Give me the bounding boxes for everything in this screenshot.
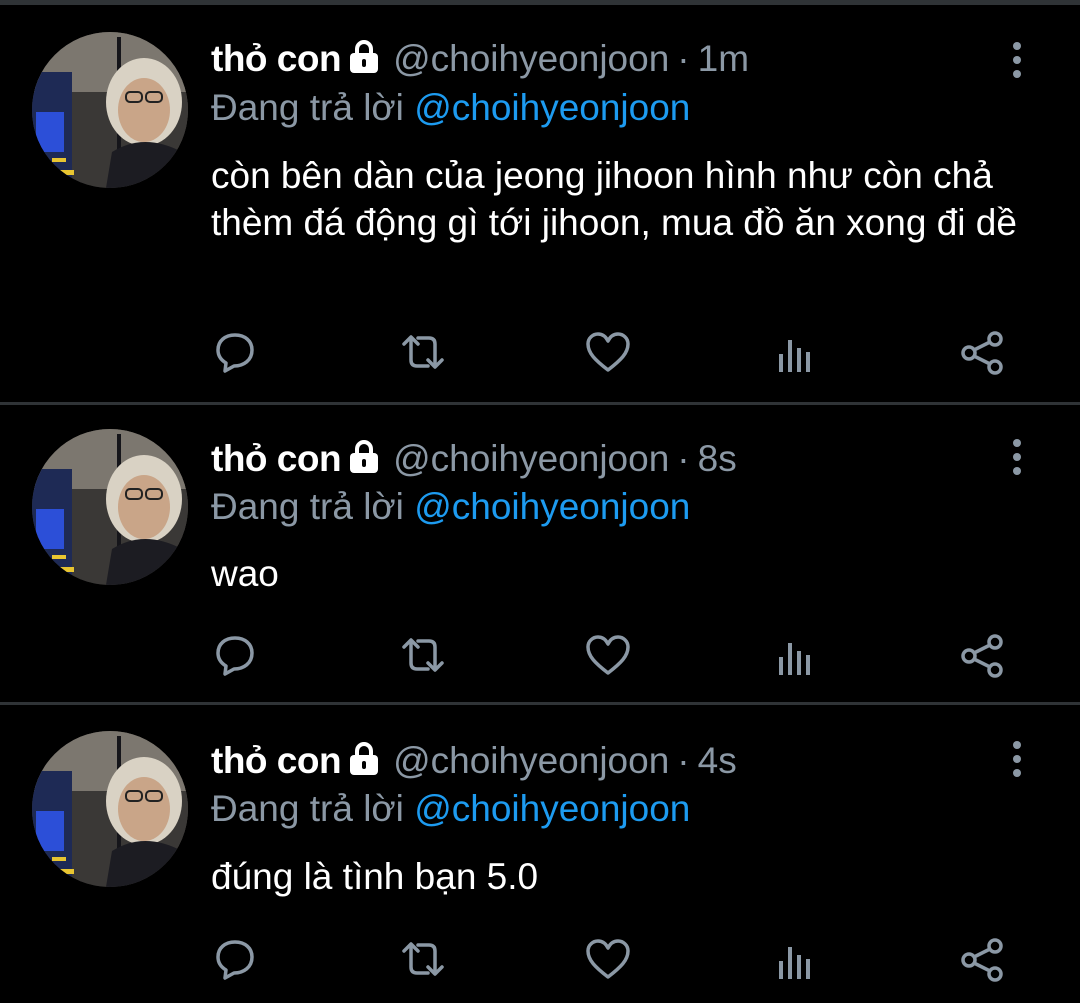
analytics-button[interactable] [772,330,818,376]
retweet-button[interactable] [400,330,446,376]
reply-context: Đang trả lời @choihyeonjoon [211,787,690,831]
analytics-icon [779,340,810,372]
reply-icon [216,333,254,373]
lock-icon [350,40,379,73]
display-name[interactable]: thỏ con [211,438,342,479]
avatar-photo [32,429,188,585]
reply-mention-link[interactable]: @choihyeonjoon [414,486,690,527]
avatar[interactable] [32,32,188,188]
like-button[interactable] [585,633,631,679]
separator-dot: · [677,438,690,479]
tweet-actions [0,633,1080,683]
tweet[interactable]: thỏ con @choihyeonjoon · 8s Đang trả lời @c… [0,405,1080,705]
retweet-icon [402,335,444,369]
separator-dot: · [677,38,690,79]
heart-icon [586,939,630,979]
share-icon [961,331,1003,375]
tweet[interactable]: thỏ con @choihyeonjoon · 1m Đang trả lời @c… [0,5,1080,405]
reply-prefix: Đang trả lời [211,87,404,128]
tweet-actions [0,330,1080,380]
more-vertical-icon[interactable] [1003,435,1031,479]
tweet-header: thỏ con @choihyeonjoon · 8s [211,437,737,481]
analytics-button[interactable] [772,633,818,679]
retweet-button[interactable] [400,937,446,983]
tweet-header: thỏ con @choihyeonjoon · 4s [211,739,737,783]
tweet[interactable]: thỏ con @choihyeonjoon · 4s Đang trả lời @c… [0,705,1080,1003]
lock-icon [350,742,379,775]
share-button[interactable] [960,633,1006,679]
share-icon [961,634,1003,678]
like-button[interactable] [585,937,631,983]
avatar-photo [32,731,188,887]
tweet-header: thỏ con @choihyeonjoon · 1m [211,37,749,81]
handle[interactable]: @choihyeonjoon [393,740,669,781]
avatar[interactable] [32,429,188,585]
timestamp[interactable]: 1m [698,38,749,79]
display-name[interactable]: thỏ con [211,740,342,781]
reply-mention-link[interactable]: @choihyeonjoon [414,788,690,829]
share-button[interactable] [960,330,1006,376]
tweet-text: còn bên dàn của jeong jihoon hình như cò… [211,155,1017,243]
separator-dot: · [677,740,690,781]
avatar-photo [32,32,188,188]
reply-button[interactable] [212,937,258,983]
retweet-icon [402,638,444,672]
tweet-text: wao [211,553,279,594]
reply-button[interactable] [212,633,258,679]
reply-context: Đang trả lời @choihyeonjoon [211,86,690,130]
analytics-icon [779,947,810,979]
reply-context: Đang trả lời @choihyeonjoon [211,485,690,529]
more-vertical-icon[interactable] [1003,38,1031,82]
display-name[interactable]: thỏ con [211,38,342,79]
retweet-icon [402,942,444,976]
reply-prefix: Đang trả lời [211,486,404,527]
timestamp[interactable]: 4s [698,740,737,781]
tweet-actions [0,937,1080,987]
heart-icon [586,332,630,372]
avatar[interactable] [32,731,188,887]
heart-icon [586,635,630,675]
more-vertical-icon[interactable] [1003,737,1031,781]
reply-prefix: Đang trả lời [211,788,404,829]
analytics-button[interactable] [772,937,818,983]
lock-icon [350,440,379,473]
reply-icon [216,636,254,676]
share-icon [961,938,1003,982]
reply-icon [216,940,254,980]
analytics-icon [779,643,810,675]
like-button[interactable] [585,330,631,376]
reply-button[interactable] [212,330,258,376]
retweet-button[interactable] [400,633,446,679]
share-button[interactable] [960,937,1006,983]
reply-mention-link[interactable]: @choihyeonjoon [414,87,690,128]
handle[interactable]: @choihyeonjoon [393,38,669,79]
timestamp[interactable]: 8s [698,438,737,479]
tweet-text: đúng là tình bạn 5.0 [211,856,539,897]
handle[interactable]: @choihyeonjoon [393,438,669,479]
